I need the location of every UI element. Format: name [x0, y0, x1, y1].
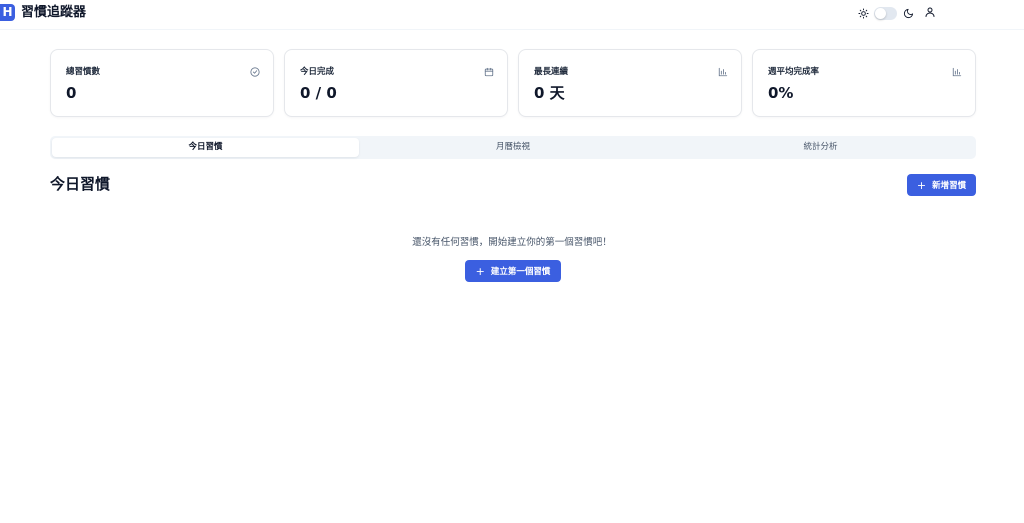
plus-icon: +: [916, 178, 927, 192]
stat-value: 0 天: [534, 84, 565, 102]
app-logo: H: [0, 4, 15, 21]
theme-toggle-knob: [875, 7, 886, 19]
view-tabs: 今日習慣 月曆檢視 統計分析: [50, 136, 976, 159]
app-header: H 習慣追蹤器: [0, 0, 1024, 30]
user-icon: [925, 7, 935, 17]
stat-label: 週平均完成率: [768, 67, 820, 77]
create-first-habit-button[interactable]: + 建立第一個習慣: [465, 260, 561, 282]
stat-card-today-completed: 今日完成 0 / 0: [284, 49, 508, 117]
stat-value: 0: [66, 84, 77, 102]
stat-card-weekly-rate: 週平均完成率 0%: [752, 49, 976, 117]
sun-icon[interactable]: [856, 6, 870, 20]
tab-today-habits[interactable]: 今日習慣: [52, 138, 359, 157]
theme-switcher: [856, 5, 915, 21]
add-habit-label: 新增習慣: [932, 181, 967, 191]
stat-card-longest-streak: 最長連續 0 天: [518, 49, 742, 117]
create-first-habit-label: 建立第一個習慣: [490, 267, 551, 277]
tab-statistics[interactable]: 統計分析: [667, 138, 974, 157]
user-menu-button[interactable]: [923, 5, 937, 19]
stat-label: 總習慣數: [66, 67, 101, 77]
add-habit-button[interactable]: + 新增習慣: [907, 174, 976, 196]
stat-label: 最長連續: [534, 67, 569, 77]
check-circle-icon: [249, 66, 260, 77]
empty-state-message: 還沒有任何習慣，開始建立你的第一個習慣吧！: [412, 237, 612, 248]
stat-value: 0%: [768, 84, 794, 102]
app-title: 習慣追蹤器: [21, 5, 87, 20]
stat-card-total-habits: 總習慣數 0: [50, 49, 274, 117]
calendar-icon: [483, 66, 494, 77]
stat-value: 0 / 0: [300, 84, 337, 102]
theme-toggle[interactable]: [874, 6, 897, 20]
moon-icon[interactable]: [901, 6, 915, 20]
tab-calendar-view[interactable]: 月曆檢視: [359, 138, 667, 157]
stat-label: 今日完成: [300, 67, 335, 77]
bar-chart-icon: [717, 66, 728, 77]
plus-icon: +: [475, 264, 485, 278]
bar-chart-icon: [951, 66, 962, 77]
section-title: 今日習慣: [50, 175, 111, 193]
